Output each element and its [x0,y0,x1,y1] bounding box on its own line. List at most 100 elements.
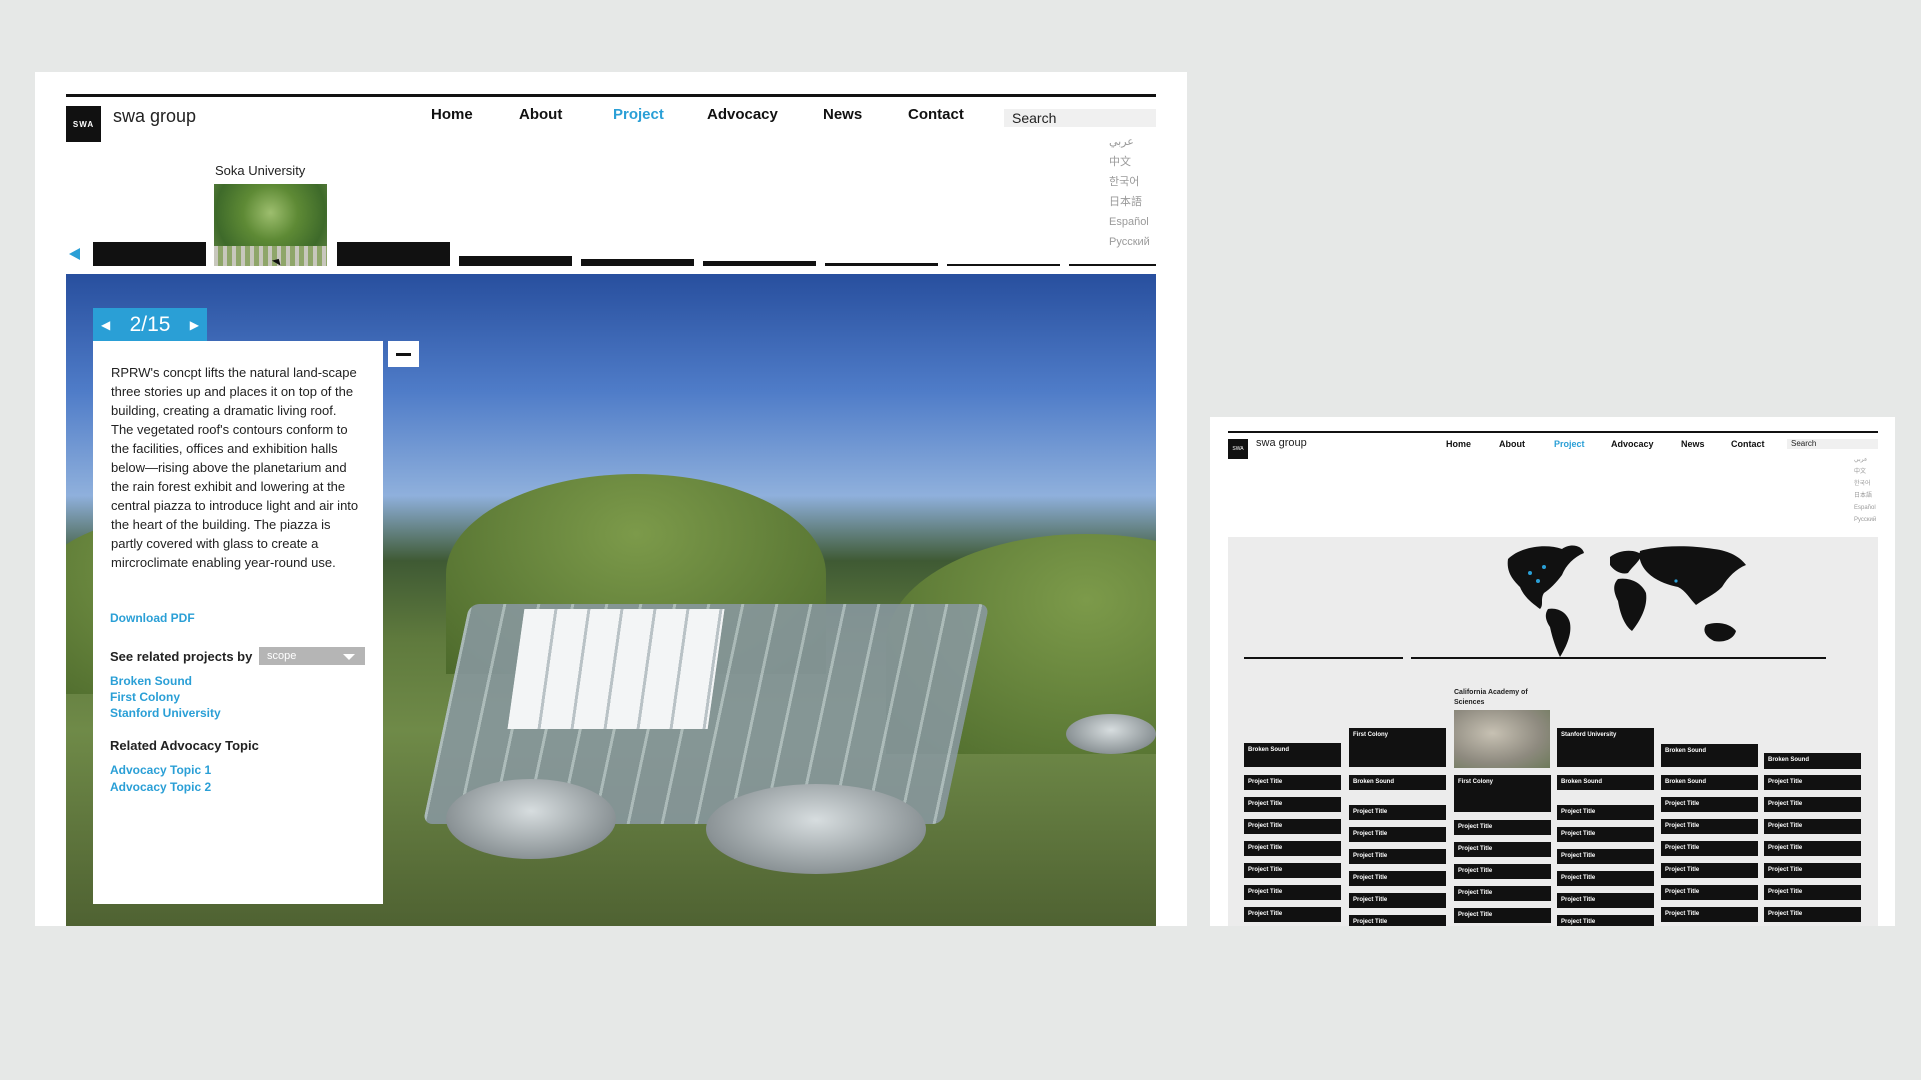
project-tile[interactable]: Project Title [1349,805,1446,820]
project-tile[interactable]: Project Title [1244,797,1341,812]
related-project-link[interactable]: Broken Sound [110,673,221,689]
project-tile[interactable]: Project Title [1454,820,1551,835]
nav-advocacy[interactable]: Advocacy [1611,439,1654,449]
project-tile[interactable]: Project Title [1557,915,1654,926]
collapse-panel-button[interactable] [388,341,419,367]
project-tile[interactable]: Project Title [1349,827,1446,842]
project-tile[interactable]: Project Title [1244,819,1341,834]
nav-contact[interactable]: Contact [908,106,964,123]
project-tile[interactable]: Project Title [1557,893,1654,908]
language-chinese[interactable]: 中文 [1109,152,1150,172]
advocacy-topic-link[interactable]: Advocacy Topic 2 [110,779,211,796]
project-tile[interactable]: Broken Sound [1244,743,1341,767]
header-rule [1228,431,1878,433]
nav-news[interactable]: News [823,106,862,123]
project-tile[interactable]: Project Title [1244,885,1341,900]
next-slide-arrow-icon[interactable]: ▶ [190,318,199,332]
project-tile[interactable]: Project Title [1764,885,1861,900]
thumbnail-bar[interactable] [93,242,206,266]
project-tile[interactable]: Project Title [1349,893,1446,908]
thumbnail-active[interactable] [214,184,327,266]
related-project-link[interactable]: Stanford University [110,705,221,721]
project-tile[interactable]: Project Title [1454,886,1551,901]
nav-home[interactable]: Home [431,106,473,123]
world-map-icon[interactable] [1500,537,1770,662]
project-tile[interactable]: Project Title [1661,819,1758,834]
project-tile[interactable]: Broken Sound [1764,753,1861,769]
project-tile[interactable]: Project Title [1244,841,1341,856]
language-japanese[interactable]: 日本語 [1854,490,1876,502]
project-tile[interactable]: Project Title [1557,871,1654,886]
project-tile[interactable]: Project Title [1764,775,1861,790]
language-korean[interactable]: 한국어 [1854,478,1876,490]
search-input[interactable]: Search [1787,439,1878,449]
nav-about[interactable]: About [1499,439,1525,449]
nav-contact[interactable]: Contact [1731,439,1765,449]
project-tile[interactable]: Project Title [1454,908,1551,923]
project-tile[interactable]: Stanford University [1557,728,1654,767]
logo-text[interactable]: swa group [1256,437,1307,449]
nav-project[interactable]: Project [613,106,664,123]
thumbnail-bar[interactable] [1069,264,1156,266]
project-tile[interactable]: First Colony [1349,728,1446,767]
project-tile[interactable]: Project Title [1661,863,1758,878]
project-tile[interactable]: Project Title [1661,797,1758,812]
logo-mark[interactable]: SWA [1228,439,1248,459]
related-projects-label: See related projects by [110,649,253,664]
related-scope-select[interactable]: scope [259,647,365,665]
project-tile[interactable]: Project Title [1557,805,1654,820]
project-tile[interactable]: Project Title [1454,842,1551,857]
related-project-link[interactable]: First Colony [110,689,221,705]
advocacy-topic-link[interactable]: Advocacy Topic 1 [110,762,211,779]
project-tile[interactable]: Project Title [1349,871,1446,886]
project-tile[interactable]: Broken Sound [1349,775,1446,790]
language-russian[interactable]: Русский [1854,514,1876,526]
logo-text[interactable]: swa group [113,106,196,127]
project-tile[interactable]: Project Title [1454,864,1551,879]
language-arabic[interactable]: عربي [1854,454,1876,466]
project-tile[interactable]: Project Title [1244,863,1341,878]
project-tile[interactable]: Project Title [1661,841,1758,856]
thumbnail-bar[interactable] [337,242,450,266]
language-chinese[interactable]: 中文 [1854,466,1876,478]
thumbnail-bar[interactable] [825,263,938,266]
project-tile[interactable]: First Colony [1454,775,1551,812]
project-tile[interactable]: Project Title [1349,849,1446,864]
project-tile[interactable]: Project Title [1349,915,1446,926]
thumbnail-bar[interactable] [581,259,694,266]
language-korean[interactable]: 한국어 [1109,172,1150,192]
project-tile[interactable]: Project Title [1764,907,1861,922]
project-tile[interactable]: Broken Sound [1557,775,1654,790]
thumbnail-bar[interactable] [947,264,1060,266]
prev-slide-arrow-icon[interactable]: ◀ [101,318,110,332]
project-tile[interactable]: Project Title [1764,819,1861,834]
nav-news[interactable]: News [1681,439,1705,449]
project-tile[interactable]: Broken Sound [1661,744,1758,767]
logo-mark[interactable]: SWA [66,106,101,142]
thumbnail-bar[interactable] [459,256,572,266]
nav-project[interactable]: Project [1554,439,1585,449]
project-tile[interactable]: Project Title [1764,863,1861,878]
project-tile[interactable]: Project Title [1661,885,1758,900]
language-spanish[interactable]: Español [1854,502,1876,514]
thumbnail-bar[interactable] [703,261,816,266]
project-tile[interactable]: Project Title [1661,907,1758,922]
language-spanish[interactable]: Español [1109,212,1150,232]
nav-home[interactable]: Home [1446,439,1471,449]
project-tile[interactable]: Project Title [1557,827,1654,842]
nav-advocacy[interactable]: Advocacy [707,106,778,123]
strip-prev-arrow-icon[interactable] [69,248,80,260]
nav-about[interactable]: About [519,106,562,123]
featured-project-image[interactable] [1454,710,1550,768]
search-input[interactable]: Search [1004,109,1156,127]
project-tile[interactable]: Broken Sound [1661,775,1758,790]
language-japanese[interactable]: 日本語 [1109,192,1150,212]
project-tile[interactable]: Project Title [1244,775,1341,790]
project-tile[interactable]: Project Title [1764,797,1861,812]
language-russian[interactable]: Русский [1109,232,1150,252]
project-tile[interactable]: Project Title [1244,907,1341,922]
download-pdf-link[interactable]: Download PDF [110,611,195,625]
language-arabic[interactable]: عربي [1109,132,1150,152]
project-tile[interactable]: Project Title [1557,849,1654,864]
project-tile[interactable]: Project Title [1764,841,1861,856]
